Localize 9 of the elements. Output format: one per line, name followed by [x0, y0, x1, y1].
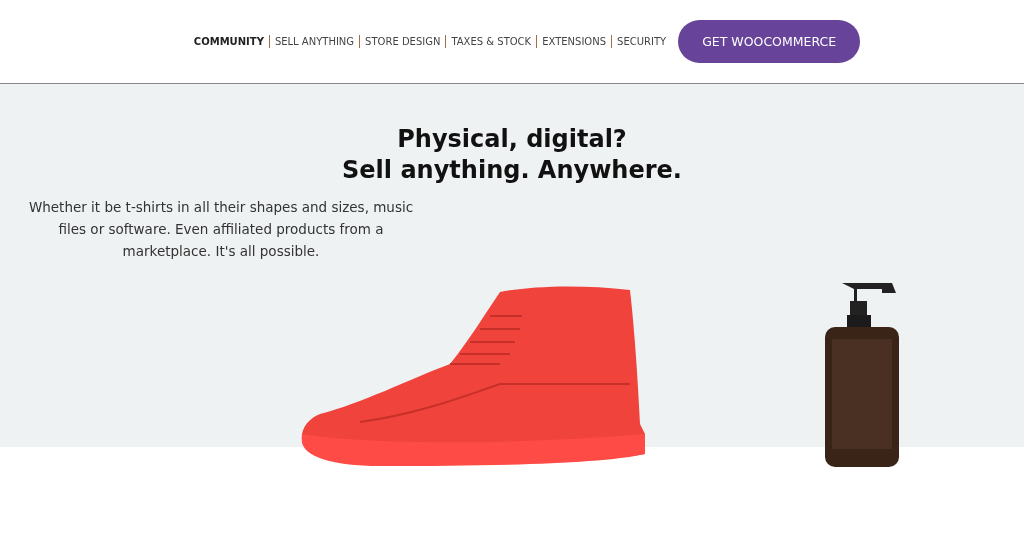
nav-link[interactable]: STORE DESIGN [365, 36, 441, 47]
nav-link[interactable]: EXTENSIONS [542, 36, 607, 47]
nav-link[interactable]: TAXES & STOCK [451, 36, 532, 47]
nav-link[interactable]: SELL ANYTHING [274, 36, 355, 47]
nav-link[interactable]: SECURITY [617, 36, 667, 47]
hero-title: Physical, digital? Sell anything. Anywhere. [341, 124, 683, 186]
nav-link[interactable]: COMMUNITY [193, 36, 264, 47]
hero-description: Whether it be t-shirts in all their shapes and sizes, music files or software. Even affiliated products from a marketplace. It's all possible. [27, 198, 415, 261]
get-woocommerce-button[interactable]: GET WOOCOMMERCE [678, 20, 861, 63]
